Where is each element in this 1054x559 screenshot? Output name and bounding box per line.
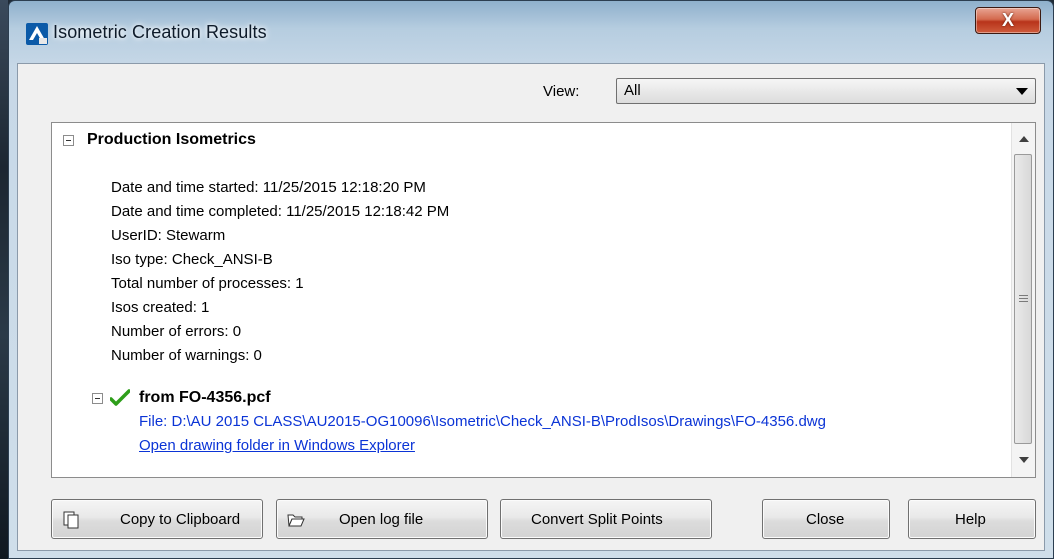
help-button-label: Help (955, 511, 986, 528)
scrollbar-thumb[interactable] (1014, 154, 1032, 444)
window-close-button[interactable]: X (975, 7, 1041, 34)
results-panel[interactable]: Production Isometrics Date and time star… (51, 122, 1036, 478)
app-icon (26, 23, 48, 45)
scroll-down-arrow-icon[interactable] (1019, 457, 1029, 463)
close-button-label: Close (806, 511, 845, 528)
grip-line (1019, 295, 1028, 296)
detail-iso-type: Iso type: Check_ANSI-B (111, 251, 273, 268)
detail-warnings: Number of warnings: 0 (111, 347, 262, 364)
chevron-down-icon (1016, 88, 1028, 95)
copy-icon (63, 511, 79, 529)
detail-errors: Number of errors: 0 (111, 323, 242, 340)
file-item-title: from FO-4356.pcf (139, 389, 271, 406)
dialog-window: Isometric Creation Results X View: All P… (8, 0, 1054, 559)
folder-open-icon (287, 514, 305, 527)
copy-to-clipboard-button[interactable]: Copy to Clipboard (51, 499, 263, 539)
open-log-button-label: Open log file (339, 511, 424, 528)
section-title: Production Isometrics (87, 131, 256, 148)
vertical-scrollbar[interactable] (1011, 123, 1035, 477)
view-dropdown-value: All (624, 82, 641, 99)
convert-button-label: Convert Split Points (531, 511, 663, 528)
view-label: View: (543, 83, 580, 100)
view-dropdown[interactable]: All (616, 78, 1036, 104)
detail-userid: UserID: Stewarm (111, 227, 226, 244)
file-path: File: D:\AU 2015 CLASS\AU2015-OG10096\Is… (139, 413, 826, 430)
open-log-file-button[interactable]: Open log file (276, 499, 488, 539)
collapse-section-icon[interactable] (63, 135, 74, 146)
window-title: Isometric Creation Results (53, 22, 267, 42)
collapse-file-icon[interactable] (92, 393, 103, 404)
checkmark-icon (110, 389, 130, 406)
dialog-client-area: View: All Production Isometrics Date and… (17, 63, 1045, 551)
grip-line (1019, 301, 1028, 302)
title-bar[interactable]: Isometric Creation Results X (9, 1, 1053, 63)
grip-line (1019, 298, 1028, 299)
convert-split-points-button[interactable]: Convert Split Points (500, 499, 712, 539)
close-button[interactable]: Close (762, 499, 890, 539)
desktop-background (0, 0, 8, 559)
copy-button-label: Copy to Clipboard (120, 511, 241, 528)
open-drawing-folder-link[interactable]: Open drawing folder in Windows Explorer (139, 437, 415, 454)
detail-isos-created: Isos created: 1 (111, 299, 210, 316)
detail-completed: Date and time completed: 11/25/2015 12:1… (111, 203, 450, 220)
detail-started: Date and time started: 11/25/2015 12:18:… (111, 179, 426, 196)
help-button[interactable]: Help (908, 499, 1036, 539)
detail-processes: Total number of processes: 1 (111, 275, 304, 292)
scroll-up-arrow-icon[interactable] (1019, 136, 1029, 142)
